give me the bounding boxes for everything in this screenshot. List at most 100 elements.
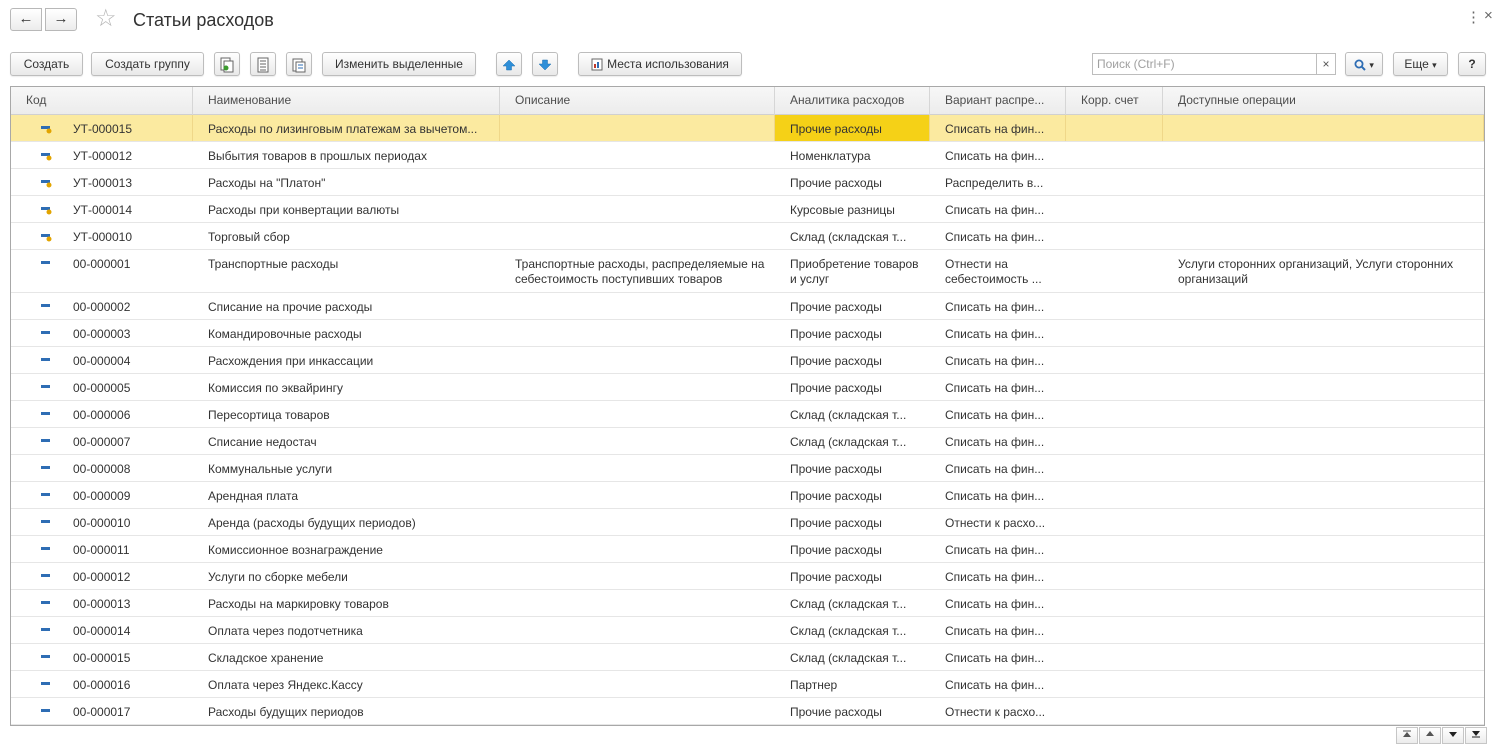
search-input[interactable] bbox=[1092, 53, 1316, 75]
cell-name: Коммунальные услуги bbox=[208, 462, 333, 476]
table-row[interactable]: 00-000014 Оплата через подотчетника Склад … bbox=[11, 617, 1484, 644]
go-down-button[interactable] bbox=[1442, 727, 1464, 744]
header-variant[interactable]: Вариант распре... bbox=[930, 87, 1066, 115]
table-row[interactable]: 00-000016 Оплата через Яндекс.Кассу Партне… bbox=[11, 671, 1484, 698]
table-row[interactable]: 00-000013 Расходы на маркировку товаров Ск… bbox=[11, 590, 1484, 617]
cell-description bbox=[500, 320, 775, 346]
help-button[interactable]: ? bbox=[1458, 52, 1486, 76]
cell-account bbox=[1066, 115, 1163, 141]
cell-code: 00-000014 bbox=[73, 624, 131, 638]
cell-name: Командировочные расходы bbox=[208, 327, 362, 341]
search-clear-button[interactable]: × bbox=[1316, 53, 1336, 75]
table-row[interactable]: 00-000002 Списание на прочие расходы Прочи… bbox=[11, 293, 1484, 320]
cell-description bbox=[500, 169, 775, 195]
usage-places-label: Места использования bbox=[607, 57, 729, 71]
more-button[interactable]: Еще ▾ bbox=[1393, 52, 1448, 76]
create-button[interactable]: Создать bbox=[10, 52, 83, 76]
back-button[interactable]: ← bbox=[10, 8, 42, 31]
table-row[interactable]: 00-000006 Пересортица товаров Склад (склад… bbox=[11, 401, 1484, 428]
table-row[interactable]: 00-000009 Арендная плата Прочие расходы Спи… bbox=[11, 482, 1484, 509]
cell-account bbox=[1066, 196, 1163, 222]
table-header: Код Наименование Описание Аналитика расх… bbox=[11, 87, 1484, 115]
cell-account bbox=[1066, 142, 1163, 168]
cell-operations bbox=[1163, 536, 1484, 562]
marked-item-icon bbox=[41, 234, 52, 242]
move-down-button[interactable] bbox=[532, 52, 558, 76]
create-group-button[interactable]: Создать группу bbox=[91, 52, 204, 76]
table-row[interactable]: УТ-000015 Расходы по лизинговым платежам … bbox=[11, 115, 1484, 142]
cell-analytics: Прочие расходы bbox=[790, 354, 882, 368]
header-operations[interactable]: Доступные операции bbox=[1163, 87, 1484, 115]
table-row[interactable]: 00-000007 Списание недостач Склад (складск… bbox=[11, 428, 1484, 455]
cell-variant: Списать на фин... bbox=[945, 203, 1045, 217]
cell-variant: Списать на фин... bbox=[945, 597, 1045, 611]
table-row[interactable]: 00-000008 Коммунальные услуги Прочие расхо… bbox=[11, 455, 1484, 482]
table-row[interactable]: 00-000011 Комиссионное вознаграждение Проч… bbox=[11, 536, 1484, 563]
cell-operations bbox=[1163, 644, 1484, 670]
cell-operations bbox=[1163, 590, 1484, 616]
header-account[interactable]: Корр. счет bbox=[1066, 87, 1163, 115]
table-row[interactable]: УТ-000010 Торговый сбор Склад (складская т… bbox=[11, 223, 1484, 250]
item-icon bbox=[41, 304, 50, 307]
table-row[interactable]: УТ-000013 Расходы на "Платон" Прочие расхо… bbox=[11, 169, 1484, 196]
change-selected-button[interactable]: Изменить выделенные bbox=[322, 52, 476, 76]
cell-description bbox=[500, 644, 775, 670]
table-row[interactable]: 00-000015 Складское хранение Склад (складс… bbox=[11, 644, 1484, 671]
table-row[interactable]: 00-000012 Услуги по сборке мебели Прочие р… bbox=[11, 563, 1484, 590]
table-row[interactable]: 00-000004 Расхождения при инкассации Прочи… bbox=[11, 347, 1484, 374]
cell-account bbox=[1066, 617, 1163, 643]
header-analytics[interactable]: Аналитика расходов bbox=[775, 87, 930, 115]
cell-variant: Списать на фин... bbox=[945, 678, 1045, 692]
cell-account bbox=[1066, 698, 1163, 724]
cell-operations bbox=[1163, 509, 1484, 535]
paste-button[interactable] bbox=[286, 52, 312, 76]
cell-code: 00-000008 bbox=[73, 462, 131, 476]
header-description[interactable]: Описание bbox=[500, 87, 775, 115]
table-row[interactable]: 00-000005 Комиссия по эквайрингу Прочие ра… bbox=[11, 374, 1484, 401]
table-row[interactable]: 00-000001 Транспортные расходы Транспортны… bbox=[11, 250, 1484, 293]
list-button[interactable] bbox=[250, 52, 276, 76]
expense-items-table[interactable]: Код Наименование Описание Аналитика расх… bbox=[10, 86, 1485, 726]
forward-button[interactable]: → bbox=[45, 8, 77, 31]
cell-account bbox=[1066, 428, 1163, 454]
arrow-left-icon: ← bbox=[18, 10, 34, 27]
go-last-button[interactable] bbox=[1465, 727, 1487, 744]
copy-button[interactable] bbox=[214, 52, 240, 76]
cell-analytics: Склад (складская т... bbox=[790, 230, 907, 244]
table-row[interactable]: УТ-000012 Выбытия товаров в прошлых перио… bbox=[11, 142, 1484, 169]
search-icon bbox=[1354, 59, 1366, 71]
cell-account bbox=[1066, 250, 1163, 292]
cell-code: 00-000012 bbox=[73, 570, 131, 584]
cell-analytics: Прочие расходы bbox=[790, 543, 882, 557]
cell-code: 00-000009 bbox=[73, 489, 131, 503]
cell-variant: Списать на фин... bbox=[945, 570, 1045, 584]
header-name[interactable]: Наименование bbox=[193, 87, 500, 115]
table-row[interactable]: 00-000017 Расходы будущих периодов Прочие … bbox=[11, 698, 1484, 725]
favorite-star-icon[interactable]: ☆ bbox=[95, 6, 117, 32]
table-row[interactable]: 00-000010 Аренда (расходы будущих периодо… bbox=[11, 509, 1484, 536]
table-row[interactable]: 00-000003 Командировочные расходы Прочие р… bbox=[11, 320, 1484, 347]
cell-operations bbox=[1163, 563, 1484, 589]
item-icon bbox=[41, 439, 50, 442]
item-icon bbox=[41, 520, 50, 523]
go-first-button[interactable] bbox=[1396, 727, 1418, 744]
search-button[interactable]: ▾ bbox=[1345, 52, 1383, 76]
table-row[interactable]: УТ-000014 Расходы при конвертации валюты К… bbox=[11, 196, 1484, 223]
cell-operations bbox=[1163, 142, 1484, 168]
cell-description bbox=[500, 671, 775, 697]
item-icon bbox=[41, 709, 50, 712]
cell-account bbox=[1066, 644, 1163, 670]
cell-analytics: Прочие расходы bbox=[790, 327, 882, 341]
cell-code: 00-000016 bbox=[73, 678, 131, 692]
more-vertical-icon[interactable]: ⋮ bbox=[1466, 8, 1481, 26]
arrow-up-icon bbox=[502, 59, 516, 71]
page-title: Статьи расходов bbox=[133, 10, 274, 30]
move-up-button[interactable] bbox=[496, 52, 522, 76]
close-icon[interactable]: × bbox=[1484, 7, 1493, 24]
cell-account bbox=[1066, 401, 1163, 427]
cell-code: 00-000011 bbox=[73, 543, 130, 557]
cell-description bbox=[500, 563, 775, 589]
go-up-button[interactable] bbox=[1419, 727, 1441, 744]
header-code[interactable]: Код bbox=[11, 87, 193, 115]
usage-places-button[interactable]: Места использования bbox=[578, 52, 742, 76]
